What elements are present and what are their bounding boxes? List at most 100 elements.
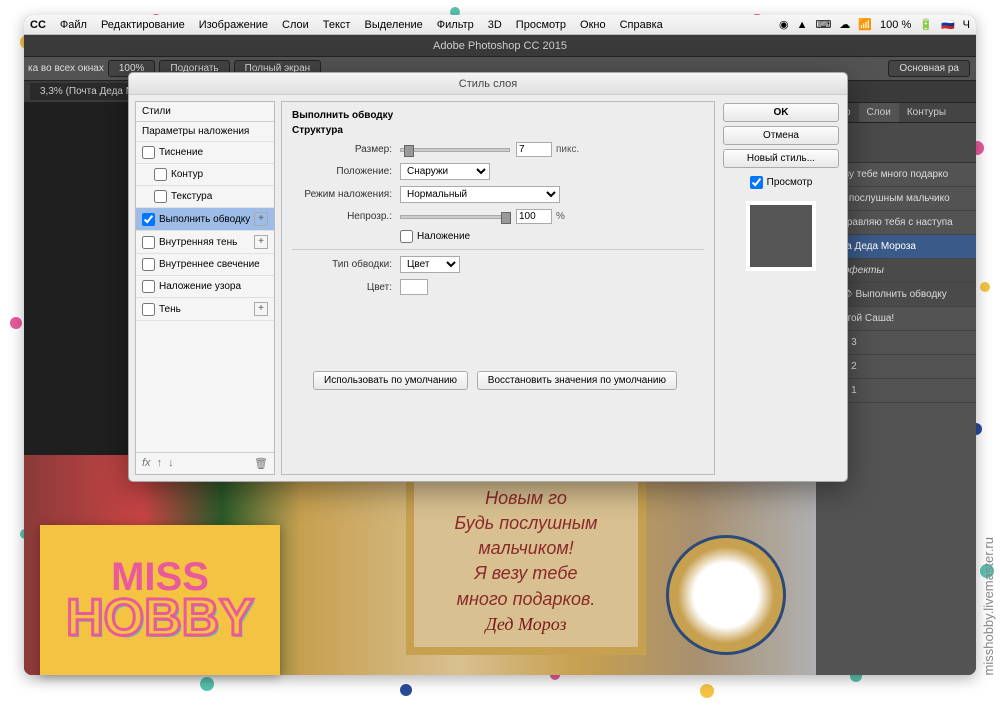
- opacity-label: Непрозр.:: [292, 211, 392, 222]
- style-label: Текстура: [171, 191, 212, 202]
- mac-menubar: CC Файл Редактирование Изображение Слои …: [24, 15, 976, 35]
- contour-check[interactable]: [154, 168, 167, 181]
- menu-view[interactable]: Просмотр: [516, 19, 566, 31]
- make-default-button[interactable]: Использовать по умолчанию: [313, 371, 468, 390]
- style-contour[interactable]: Контур: [136, 164, 274, 186]
- type-select[interactable]: Цвет: [400, 256, 460, 273]
- style-stroke[interactable]: Выполнить обводку +: [136, 208, 274, 231]
- menu-window[interactable]: Окно: [580, 19, 606, 31]
- settings-title: Выполнить обводку: [292, 110, 704, 121]
- menu-edit[interactable]: Редактирование: [101, 19, 185, 31]
- menu-select[interactable]: Выделение: [364, 19, 422, 31]
- style-label: Наложение узора: [159, 281, 241, 292]
- stamp-signature: Дед Мороз: [485, 614, 566, 634]
- opacity-input[interactable]: [516, 209, 552, 224]
- texture-check[interactable]: [154, 190, 167, 203]
- blending-options[interactable]: Параметры наложения: [136, 122, 274, 142]
- style-inner-glow[interactable]: Внутреннее свечение: [136, 254, 274, 276]
- cc-icon[interactable]: ◉: [779, 18, 789, 31]
- size-label: Размер:: [292, 144, 392, 155]
- gdrive-icon[interactable]: ▲: [797, 19, 808, 31]
- inner-glow-check[interactable]: [142, 258, 155, 271]
- down-icon[interactable]: ↓: [168, 457, 174, 470]
- keyboard-icon[interactable]: ⌨: [815, 18, 831, 31]
- type-label: Тип обводки:: [292, 259, 392, 270]
- styles-list: Стили Параметры наложения Тиснение Конту…: [135, 101, 275, 475]
- position-label: Положение:: [292, 166, 392, 177]
- new-style-button[interactable]: Новый стиль...: [723, 149, 839, 168]
- tab-paths[interactable]: Контуры: [899, 103, 954, 122]
- stamp-text: Новым го Будь послушным мальчиком! Я вез…: [454, 488, 597, 609]
- inner-shadow-check[interactable]: [142, 236, 155, 249]
- blend-label: Режим наложения:: [292, 189, 392, 200]
- stroke-check[interactable]: [142, 213, 155, 226]
- battery-pct: 100 %: [880, 19, 911, 31]
- size-unit: пикс.: [556, 144, 579, 155]
- up-icon[interactable]: ↑: [157, 457, 163, 470]
- cancel-button[interactable]: Отмена: [723, 126, 839, 145]
- style-label: Выполнить обводку: [159, 214, 250, 225]
- stamp-text-block: Новым го Будь послушным мальчиком! Я вез…: [406, 468, 646, 655]
- ok-button[interactable]: OK: [723, 103, 839, 122]
- add-icon[interactable]: +: [254, 235, 268, 249]
- overprint-label: Наложение: [417, 231, 470, 242]
- style-texture[interactable]: Текстура: [136, 186, 274, 208]
- cloud-icon[interactable]: ☁: [839, 18, 850, 31]
- menu-layer[interactable]: Слои: [282, 19, 309, 31]
- source-url: misshobby.livemaster.ru: [981, 537, 996, 675]
- opacity-unit: %: [556, 211, 565, 222]
- layer-effect-label: Выполнить обводку: [855, 289, 946, 300]
- menu-image[interactable]: Изображение: [199, 19, 268, 31]
- tab-layers[interactable]: Слои: [859, 103, 899, 122]
- structure-label: Структура: [292, 125, 704, 136]
- style-label: Тиснение: [159, 147, 203, 158]
- add-icon[interactable]: +: [254, 212, 268, 226]
- blend-select[interactable]: Нормальный: [400, 186, 560, 203]
- position-select[interactable]: Снаружи: [400, 163, 490, 180]
- workspace-button[interactable]: Основная ра: [888, 60, 970, 77]
- watermark: MISS HOBBY: [40, 525, 280, 675]
- menu-file[interactable]: Файл: [60, 19, 87, 31]
- preview-label: Просмотр: [767, 177, 813, 188]
- color-label: Цвет:: [292, 282, 392, 293]
- size-input[interactable]: [516, 142, 552, 157]
- opacity-slider[interactable]: [400, 215, 510, 219]
- style-shadow[interactable]: Тень +: [136, 298, 274, 321]
- color-swatch[interactable]: [400, 279, 428, 295]
- preview-thumbnail: [746, 201, 816, 271]
- menu-filter[interactable]: Фильтр: [437, 19, 474, 31]
- size-slider[interactable]: [400, 148, 510, 152]
- style-inner-shadow[interactable]: Внутренняя тень +: [136, 231, 274, 254]
- style-label: Внутренняя тень: [159, 237, 237, 248]
- wifi-icon[interactable]: 📶: [858, 18, 872, 31]
- opt-label: ка во всех окнах: [28, 63, 104, 74]
- dialog-buttons: OK Отмена Новый стиль... Просмотр: [721, 101, 841, 475]
- layer-style-dialog: Стиль слоя Стили Параметры наложения Тис…: [128, 72, 848, 482]
- styles-footer: fx ↑ ↓ 🗑: [136, 452, 274, 474]
- pattern-check[interactable]: [142, 280, 155, 293]
- fx-icon[interactable]: fx: [142, 457, 151, 470]
- style-label: Контур: [171, 169, 203, 180]
- preview-check[interactable]: [750, 176, 763, 189]
- trash-icon[interactable]: 🗑: [254, 457, 268, 470]
- style-label: Тень: [159, 304, 181, 315]
- app-menu[interactable]: CC: [30, 19, 46, 31]
- menu-type[interactable]: Текст: [323, 19, 351, 31]
- clock: Ч: [963, 19, 970, 31]
- style-label: Внутреннее свечение: [159, 259, 260, 270]
- battery-icon: 🔋: [919, 18, 933, 31]
- style-pattern[interactable]: Наложение узора: [136, 276, 274, 298]
- emboss-check[interactable]: [142, 146, 155, 159]
- flag-icon[interactable]: 🇷🇺: [941, 18, 955, 31]
- styles-head[interactable]: Стили: [136, 102, 274, 122]
- reset-default-button[interactable]: Восстановить значения по умолчанию: [477, 371, 677, 390]
- shadow-check[interactable]: [142, 303, 155, 316]
- menu-help[interactable]: Справка: [620, 19, 663, 31]
- menu-3d[interactable]: 3D: [488, 19, 502, 31]
- dialog-title: Стиль слоя: [129, 73, 847, 95]
- overprint-check[interactable]: [400, 230, 413, 243]
- settings-panel: Выполнить обводку Структура Размер: пикс…: [281, 101, 715, 475]
- add-icon[interactable]: +: [254, 302, 268, 316]
- style-emboss[interactable]: Тиснение: [136, 142, 274, 164]
- round-stamp: [666, 535, 786, 655]
